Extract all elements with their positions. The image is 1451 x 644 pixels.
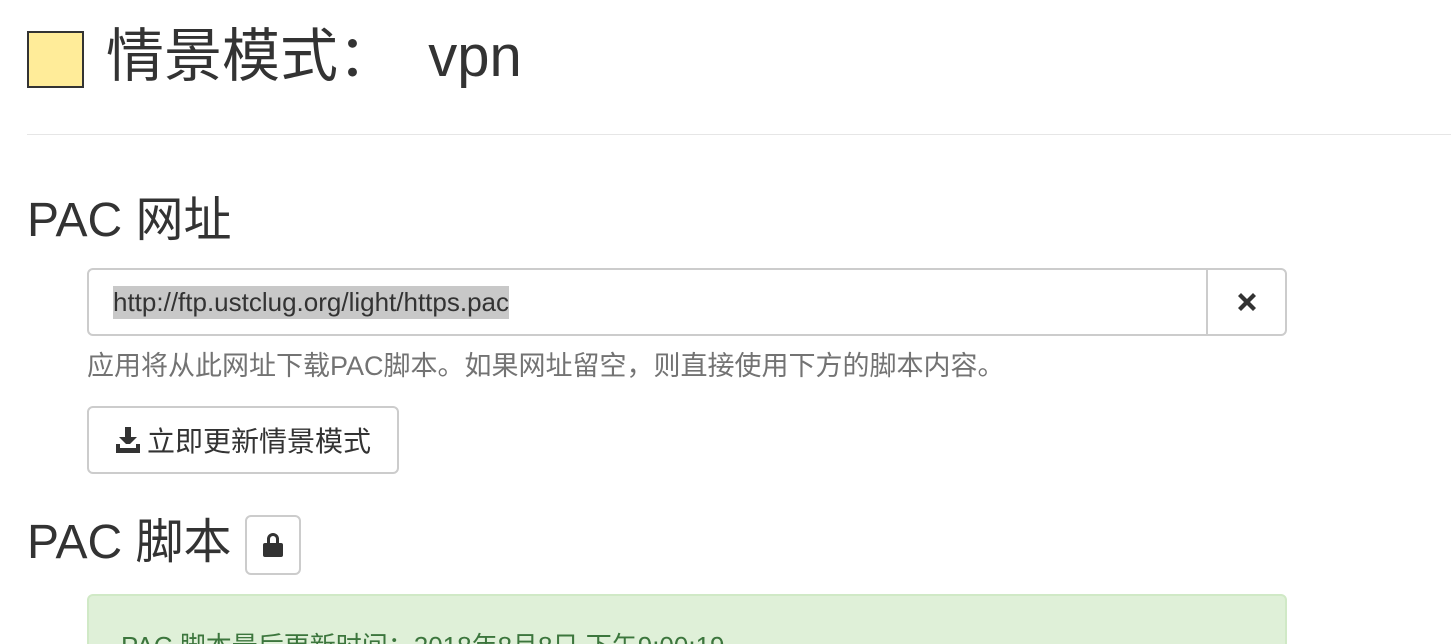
lock-icon: [263, 533, 284, 557]
pac-script-last-updated: PAC 脚本最后更新时间：2018年8月8日 下午9:00:19: [121, 631, 725, 644]
update-profile-button-label: 立即更新情景模式: [146, 426, 371, 457]
clear-url-button[interactable]: [1206, 270, 1285, 334]
pac-url-input[interactable]: http://ftp.ustclug.org/light/https.pac: [89, 270, 1206, 334]
pac-script-heading: PAC 脚本: [27, 511, 302, 575]
pac-url-help-text: 应用将从此网址下载PAC脚本。如果网址留空，则直接使用下方的脚本内容。: [87, 351, 1005, 381]
lock-script-button[interactable]: [245, 515, 302, 575]
header-divider: [27, 134, 1451, 135]
page-header: 情景模式： vpn: [27, 22, 522, 92]
close-icon: [1237, 293, 1256, 311]
pac-script-update-alert: PAC 脚本最后更新时间：2018年8月8日 下午9:00:19: [87, 594, 1287, 644]
pac-url-heading-text: PAC 网址: [27, 194, 232, 247]
pac-url-input-group: http://ftp.ustclug.org/light/https.pac: [87, 268, 1287, 336]
update-profile-button[interactable]: 立即更新情景模式: [87, 406, 399, 474]
page: 情景模式： vpn PAC 网址 http://ftp.ustclug.org/…: [0, 0, 1451, 644]
profile-color-swatch[interactable]: [27, 30, 84, 88]
pac-url-heading: PAC 网址: [27, 193, 231, 249]
pac-url-value: http://ftp.ustclug.org/light/https.pac: [113, 285, 510, 319]
pac-script-heading-text: PAC 脚本: [27, 516, 232, 569]
page-title: 情景模式： vpn: [106, 24, 522, 89]
download-icon: [115, 427, 140, 453]
